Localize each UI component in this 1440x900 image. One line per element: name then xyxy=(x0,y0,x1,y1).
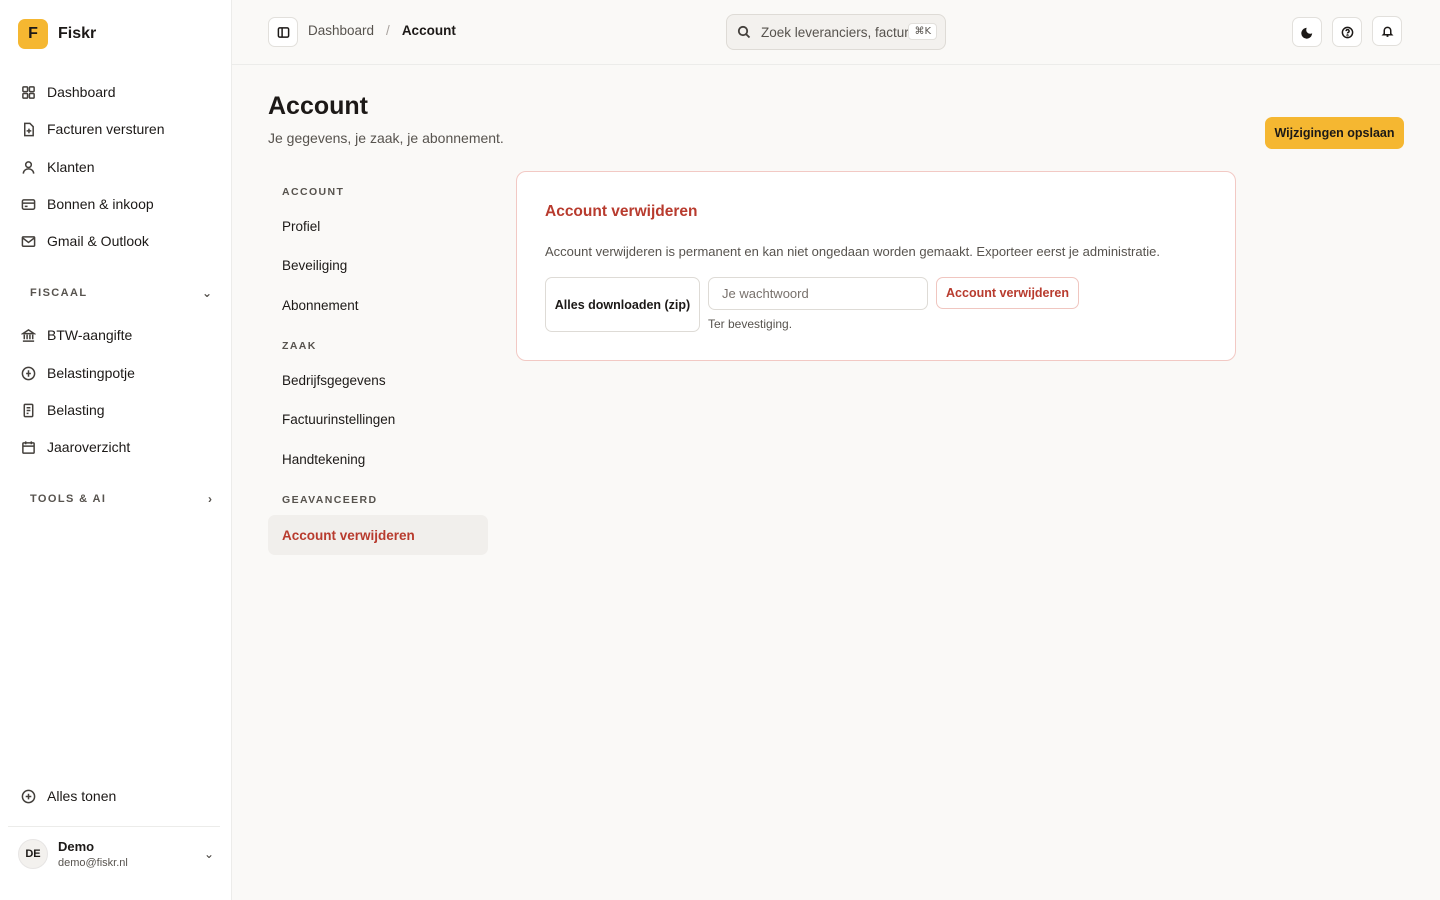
settings-item-factuurinstellingen[interactable]: Factuurinstellingen xyxy=(282,412,395,427)
sidebar-item-label: Dashboard xyxy=(47,84,116,100)
breadcrumb: Dashboard / Account xyxy=(308,23,456,38)
grid-icon xyxy=(20,84,36,100)
settings-item-beveiliging[interactable]: Beveiliging xyxy=(282,258,347,273)
sidebar-toggle-icon xyxy=(277,26,289,38)
sidebar-toggle-button[interactable] xyxy=(268,17,298,47)
mail-icon xyxy=(20,233,36,249)
settings-item-account-verwijderen[interactable]: Account verwijderen xyxy=(268,515,488,555)
sidebar-item-bonnen[interactable]: Bonnen & inkoop xyxy=(20,192,154,216)
show-all-button[interactable]: Alles tonen xyxy=(20,784,116,808)
section-tools-label: TOOLS & AI xyxy=(30,493,107,505)
breadcrumb-current: Account xyxy=(401,23,456,38)
search-shortcut: ⌘K xyxy=(908,23,937,40)
download-all-button[interactable]: Alles downloaden (zip) xyxy=(545,277,700,332)
user-email: demo@fiskr.nl xyxy=(58,857,128,869)
settings-item-bedrijfsgegevens[interactable]: Bedrijfsgegevens xyxy=(282,373,386,388)
page-subtitle: Je gegevens, je zaak, je abonnement. xyxy=(268,130,504,146)
sidebar-item-label: Belasting xyxy=(47,402,105,418)
password-help-text: Ter bevestiging. xyxy=(708,317,793,331)
sidebar-item-label: Jaaroverzicht xyxy=(47,439,131,455)
sidebar-item-btw[interactable]: BTW-aangifte xyxy=(20,323,132,347)
bank-icon xyxy=(20,327,36,343)
calendar-icon xyxy=(20,439,36,455)
user-menu[interactable]: DE Demo demo@fiskr.nl ⌄ xyxy=(18,839,214,869)
topbar: Dashboard / Account ⌘K xyxy=(232,0,1440,65)
page-title: Account xyxy=(268,92,368,120)
settings-section-zaak: ZAAK xyxy=(282,340,317,352)
sidebar-item-label: Klanten xyxy=(47,159,95,175)
sidebar-item-dashboard[interactable]: Dashboard xyxy=(20,80,116,104)
sidebar-item-jaaroverzicht[interactable]: Jaaroverzicht xyxy=(20,435,130,459)
moon-icon xyxy=(1300,27,1312,39)
sidebar: F Fiskr Dashboard Facturen versturen Kla… xyxy=(0,0,232,900)
user-icon xyxy=(20,159,36,175)
sidebar-divider xyxy=(8,826,220,827)
receipt-icon xyxy=(20,402,36,418)
help-icon xyxy=(1341,26,1353,38)
sidebar-item-label: Belastingpotje xyxy=(47,365,135,381)
chevron-right-icon: › xyxy=(208,492,212,506)
user-info: Demo demo@fiskr.nl xyxy=(58,839,204,869)
settings-item-profiel[interactable]: Profiel xyxy=(282,219,320,234)
settings-item-abonnement[interactable]: Abonnement xyxy=(282,298,359,313)
chevron-down-icon: ⌄ xyxy=(203,847,214,861)
dark-mode-button[interactable] xyxy=(1292,17,1322,47)
sidebar-item-label: Bonnen & inkoop xyxy=(47,196,154,212)
delete-account-card: Account verwijderen Account verwijderen … xyxy=(516,171,1236,361)
search-box[interactable]: ⌘K xyxy=(726,14,946,50)
sidebar-item-gmail[interactable]: Gmail & Outlook xyxy=(20,229,149,253)
settings-section-account: ACCOUNT xyxy=(282,186,345,198)
avatar: DE xyxy=(18,839,48,869)
brand[interactable]: F Fiskr xyxy=(18,19,96,49)
section-tools[interactable]: TOOLS & AI › xyxy=(30,492,212,506)
breadcrumb-dashboard[interactable]: Dashboard xyxy=(308,23,374,38)
search-input[interactable] xyxy=(761,24,911,40)
sidebar-item-label: BTW-aangifte xyxy=(47,327,133,343)
bell-icon xyxy=(1381,26,1393,37)
sidebar-item-belastingpotje[interactable]: Belastingpotje xyxy=(20,361,135,385)
section-fiscaal-label: FISCAAL xyxy=(30,287,88,299)
sidebar-item-klanten[interactable]: Klanten xyxy=(20,155,94,179)
plus-circle-icon xyxy=(20,788,36,804)
breadcrumb-separator: / xyxy=(386,23,390,38)
brand-logo: F xyxy=(18,19,48,49)
card-description: Account verwijderen is permanent en kan … xyxy=(545,244,1160,259)
show-all-label: Alles tonen xyxy=(47,788,117,804)
file-plus-icon xyxy=(20,121,36,137)
notifications-button[interactable] xyxy=(1372,16,1402,46)
password-field[interactable] xyxy=(708,277,928,310)
chevron-down-icon: ⌄ xyxy=(201,286,212,300)
sidebar-item-belasting[interactable]: Belasting xyxy=(20,398,105,422)
sidebar-item-label: Facturen versturen xyxy=(47,121,165,137)
card-title: Account verwijderen xyxy=(545,203,698,220)
coin-icon xyxy=(20,365,36,381)
save-changes-button[interactable]: Wijzigingen opslaan xyxy=(1265,117,1404,149)
delete-account-button[interactable]: Account verwijderen xyxy=(936,277,1079,309)
card-icon xyxy=(20,196,36,212)
settings-item-handtekening[interactable]: Handtekening xyxy=(282,452,365,467)
section-fiscaal[interactable]: FISCAAL ⌄ xyxy=(30,286,212,300)
sidebar-item-facturen[interactable]: Facturen versturen xyxy=(20,117,165,141)
search-icon xyxy=(737,25,751,39)
brand-name: Fiskr xyxy=(58,25,97,42)
help-button[interactable] xyxy=(1332,17,1362,47)
settings-section-geavanceerd: GEAVANCEERD xyxy=(282,494,378,506)
user-name: Demo xyxy=(58,839,95,854)
sidebar-item-label: Gmail & Outlook xyxy=(47,233,149,249)
